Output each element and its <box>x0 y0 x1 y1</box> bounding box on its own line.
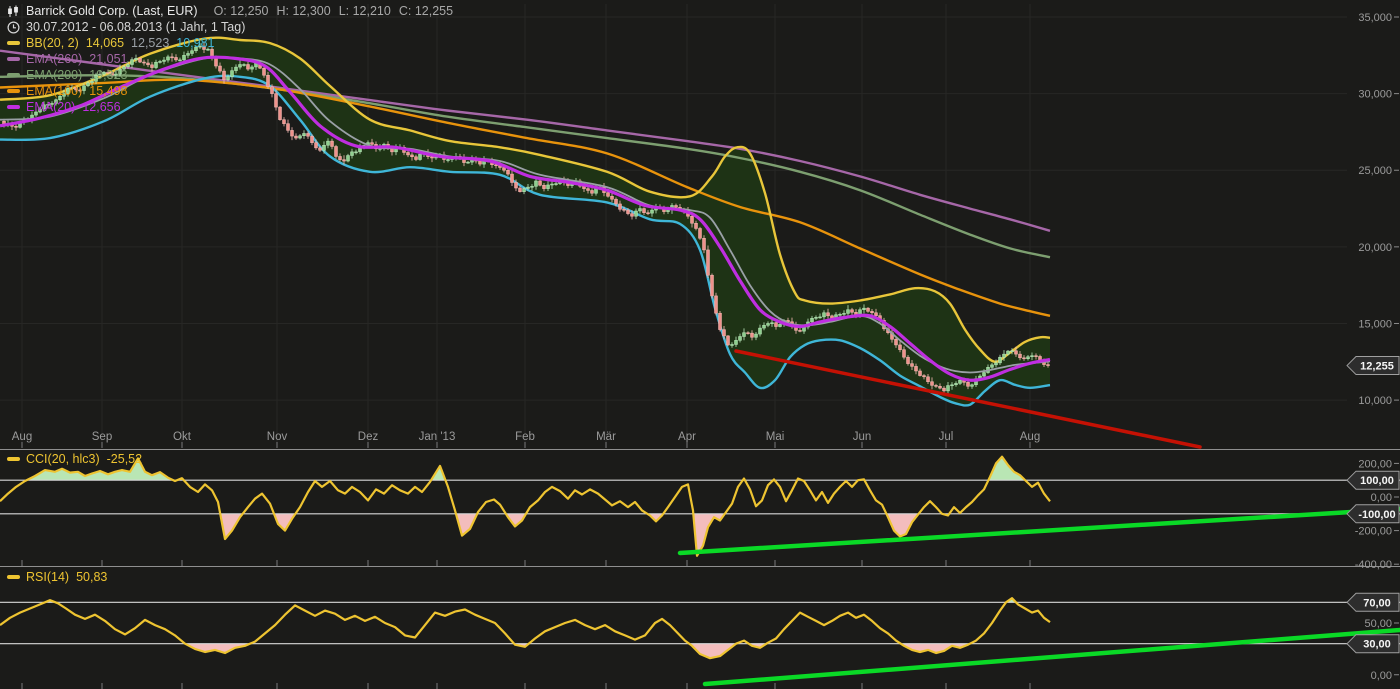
rsi-threshold-badge: 70,00 <box>1347 593 1399 611</box>
rsi-tick-label: 0,00 <box>1371 670 1392 682</box>
month-label: Aug <box>1020 431 1040 443</box>
svg-text:12,255: 12,255 <box>1360 361 1394 373</box>
rsi-panel <box>0 598 1400 689</box>
month-label: Okt <box>173 431 192 443</box>
svg-text:30,00: 30,00 <box>1363 639 1391 651</box>
rsi-trendline[interactable] <box>705 630 1400 684</box>
month-label: Mär <box>596 431 616 443</box>
cci-tick-label: 200,00 <box>1358 458 1392 470</box>
chart-application: Aug Sep Okt Nov Dez Jan '13 Feb Mär Apr Mai Jun Jul… <box>0 0 1400 689</box>
rsi-threshold-badge: 30,00 <box>1347 635 1399 653</box>
cci-trendline[interactable] <box>680 509 1400 553</box>
month-label: Apr <box>678 431 696 443</box>
cci-threshold-badge: -100,00 <box>1347 505 1399 523</box>
price-tick-label: 35,000 <box>1358 12 1392 24</box>
price-tick-label: 20,000 <box>1358 242 1392 254</box>
month-label: Jun <box>853 431 872 443</box>
last-price-badge: 12,255 <box>1347 357 1399 375</box>
price-tick-label: 15,000 <box>1358 318 1392 330</box>
svg-text:100,00: 100,00 <box>1360 475 1394 487</box>
cci-tick-label: -200,00 <box>1355 526 1392 538</box>
svg-text:70,00: 70,00 <box>1363 597 1391 609</box>
month-label: Jan '13 <box>419 431 456 443</box>
month-label: Nov <box>267 431 288 443</box>
cci-tick-label: -400,00 <box>1355 559 1392 571</box>
time-axis: Aug Sep Okt Nov Dez Jan '13 Feb Mär Apr Mai Jun Jul… <box>0 431 1400 450</box>
month-label: Dez <box>358 431 379 443</box>
month-label: Jul <box>939 431 954 443</box>
month-label: Mai <box>766 431 785 443</box>
svg-text:-100,00: -100,00 <box>1358 509 1395 521</box>
cci-threshold-badge: 100,00 <box>1347 471 1399 489</box>
month-label: Feb <box>515 431 535 443</box>
price-tick-label: 25,000 <box>1358 165 1392 177</box>
rsi-tick-label: 50,00 <box>1364 618 1392 630</box>
main-price-panel <box>0 4 1347 448</box>
month-label: Sep <box>92 431 112 443</box>
price-tick-label: 30,000 <box>1358 89 1392 101</box>
chart-canvas[interactable]: Aug Sep Okt Nov Dez Jan '13 Feb Mär Apr Mai Jun Jul… <box>0 0 1400 689</box>
price-tick-label: 10,000 <box>1358 395 1392 407</box>
cci-tick-label: 0,00 <box>1371 492 1392 504</box>
rsi-line <box>0 598 1050 658</box>
month-label: Aug <box>12 431 32 443</box>
